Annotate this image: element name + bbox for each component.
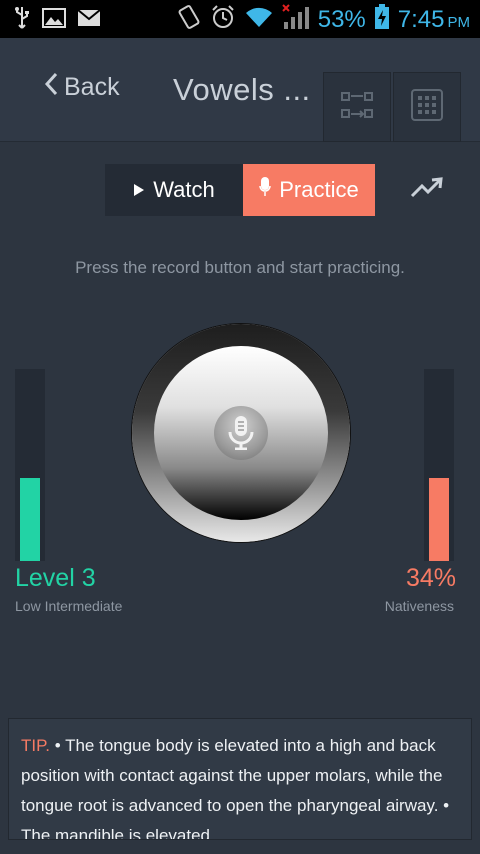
keypad-icon	[411, 88, 443, 126]
clock-ampm: PM	[447, 13, 471, 31]
wifi-icon	[244, 5, 274, 34]
nativeness-value: 34%	[405, 564, 456, 592]
mail-icon	[77, 9, 101, 31]
status-bar-system: 53% 7:45 PM	[176, 4, 470, 35]
clock-time: 7:45	[397, 5, 445, 33]
level-meter	[15, 369, 45, 561]
usb-icon	[14, 6, 30, 35]
record-button[interactable]	[132, 324, 350, 542]
keypad-button[interactable]	[393, 72, 461, 142]
back-button[interactable]: Back	[44, 72, 120, 103]
app-bar: Back Vowels ...	[0, 38, 480, 142]
progress-trend-button[interactable]	[410, 176, 444, 205]
status-bar-notifications	[14, 6, 101, 35]
watch-label: Watch	[153, 177, 215, 202]
watch-tab[interactable]: Watch	[105, 164, 243, 216]
chevron-left-icon	[44, 72, 58, 103]
tip-card[interactable]: TIP. • The tongue body is elevated into …	[8, 718, 472, 840]
vibrate-icon	[176, 4, 202, 35]
level-meter-fill	[20, 478, 40, 561]
battery-icon	[374, 4, 390, 35]
instruction-text: Press the record button and start practi…	[75, 258, 405, 277]
image-icon	[42, 8, 66, 33]
tip-label: TIP.	[21, 736, 50, 755]
mic-icon	[259, 177, 271, 203]
alarm-icon	[210, 4, 236, 35]
nativeness-meter	[424, 369, 454, 561]
back-label: Back	[64, 73, 120, 101]
trend-icon	[410, 177, 444, 204]
mode-toggle: Watch Practice	[105, 164, 375, 216]
nativeness-meter-fill	[429, 478, 449, 561]
nativeness-label: Nativeness	[384, 598, 454, 614]
level-label: Low Intermediate	[15, 598, 123, 614]
page-title: Vowels ...	[173, 72, 311, 107]
record-mic-icon	[214, 406, 268, 460]
status-bar: 53% 7:45 PM	[0, 0, 480, 38]
play-icon	[133, 177, 145, 203]
battery-percent: 53%	[317, 5, 366, 33]
tip-text: TIP. • The tongue body is elevated into …	[21, 731, 459, 840]
level-value: Level 3	[15, 564, 96, 592]
clock: 7:45 PM	[398, 6, 470, 34]
practice-tab[interactable]: Practice	[243, 164, 375, 216]
tip-body: • The tongue body is elevated into a hig…	[21, 736, 450, 840]
practice-label: Practice	[279, 177, 359, 202]
signal-icon	[282, 4, 310, 35]
swap-icon	[340, 90, 374, 125]
swap-button[interactable]	[323, 72, 391, 142]
